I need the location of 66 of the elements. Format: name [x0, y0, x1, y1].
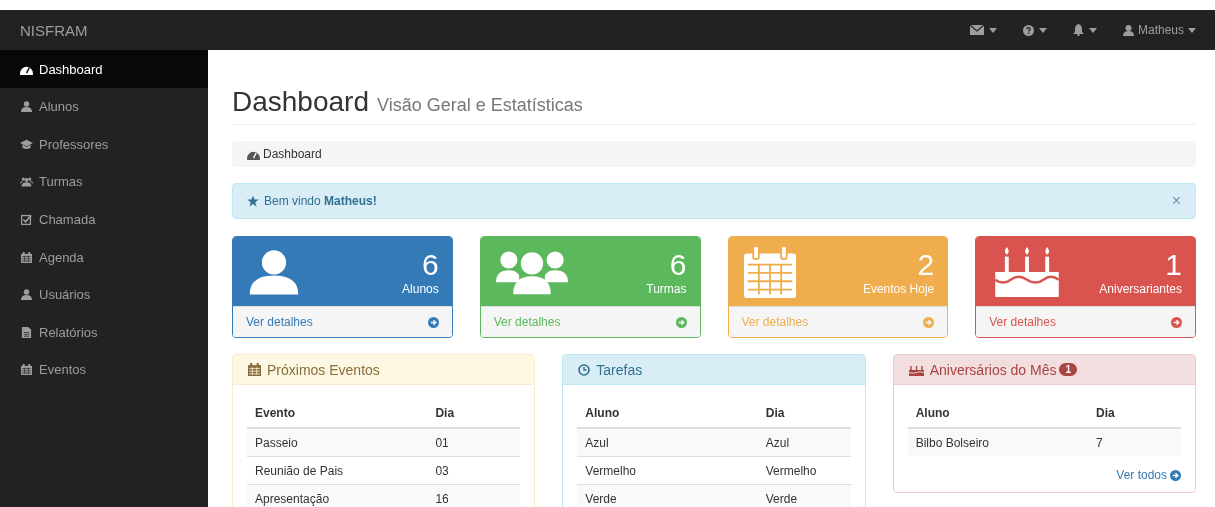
sidebar-item[interactable]: Chamada	[0, 200, 208, 239]
caret-icon	[1038, 27, 1047, 33]
table-cell: Apresentação	[247, 484, 428, 507]
cake-icon	[908, 363, 924, 376]
table-cell: Bilbo Bolseiro	[907, 428, 1089, 456]
table-cell: Passeio	[247, 428, 428, 457]
table-cell: Azul	[577, 428, 758, 457]
panel-title: Aniversários do Mês	[929, 361, 1057, 378]
details-link[interactable]: Ver detalhes	[233, 306, 452, 337]
caret-icon	[988, 27, 997, 33]
clock-icon	[578, 363, 591, 376]
arrow-circle-icon	[427, 316, 439, 328]
graduation-cap-icon	[20, 138, 33, 150]
stat-count: 2	[917, 247, 935, 282]
table-cell: 7	[1088, 428, 1181, 456]
users-icon	[20, 176, 33, 188]
caret-icon	[1188, 27, 1196, 33]
table-cell: 01	[427, 428, 521, 457]
caret-icon	[1088, 27, 1097, 33]
document-icon	[20, 326, 33, 338]
brand-title[interactable]: NISFRAM	[20, 21, 88, 39]
sidebar-item[interactable]: Alunos	[0, 88, 208, 126]
user-dropdown[interactable]: Matheus	[1111, 17, 1207, 43]
details-link[interactable]: Ver detalhes	[976, 306, 1195, 337]
arrow-circle-icon	[1171, 316, 1182, 328]
table-cell: 16	[427, 484, 521, 507]
sidebar-item[interactable]: Turmas	[0, 163, 208, 201]
panel-title: Tarefas	[596, 361, 643, 378]
stat-count: 6	[669, 247, 687, 282]
user-icon	[20, 289, 33, 301]
arrow-circle-icon	[1170, 469, 1181, 481]
bell-icon	[1072, 24, 1084, 36]
sidebar-item[interactable]: Dashboard	[0, 50, 208, 88]
sidebar-item[interactable]: Usuários	[0, 275, 208, 314]
breadcrumb-item[interactable]: Dashboard	[263, 147, 322, 161]
count-badge: 1	[1059, 363, 1078, 376]
page-title: Dashboard	[232, 86, 369, 118]
stat-label: Turmas	[646, 281, 687, 296]
sidebar-item[interactable]: Professores	[0, 125, 208, 164]
table-cell: Azul	[757, 428, 851, 457]
alert-message: Bem vindo Matheus!	[264, 194, 378, 208]
stat-label: Aniversariantes	[1099, 281, 1182, 296]
table-cell: Verde	[757, 484, 851, 507]
star-icon	[247, 195, 259, 207]
calendar-icon	[20, 251, 33, 263]
sidebar-item[interactable]: Eventos	[0, 351, 208, 389]
view-all-link[interactable]: Ver todos	[1116, 468, 1181, 482]
calendar-icon	[743, 245, 796, 298]
stat-count: 6	[422, 247, 439, 282]
page-subtitle: Visão Geral e Estatísticas	[377, 95, 583, 116]
panel-title: Próximos Eventos	[267, 361, 380, 378]
sidebar-item[interactable]: Agenda	[0, 238, 208, 276]
user-icon	[20, 101, 33, 113]
calendar-icon	[20, 364, 33, 376]
stat-label: Eventos Hoje	[862, 281, 935, 296]
user-icon	[1122, 24, 1134, 36]
arrow-circle-icon	[675, 316, 687, 328]
calendar-icon	[248, 363, 261, 376]
stat-label: Alunos	[402, 281, 439, 296]
stat-count: 1	[1165, 247, 1182, 282]
question-icon	[1022, 24, 1034, 36]
table-cell: Verde	[577, 484, 758, 507]
checkbox-icon	[20, 214, 33, 226]
sidebar-item[interactable]: Relatórios	[0, 313, 208, 352]
arrow-circle-icon	[923, 316, 935, 328]
envelope-icon	[969, 25, 984, 35]
